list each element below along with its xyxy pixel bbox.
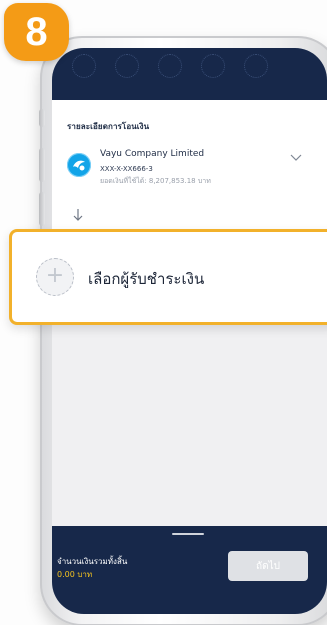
plus-icon: +: [45, 263, 65, 288]
bottom-summary-bar: จำนวนเงินรวมทั้งสิ้น 0.00 บาท ถัดไป: [52, 526, 327, 614]
account-number: XXX-X-XX666-3: [100, 165, 153, 173]
step-circle: [158, 54, 182, 78]
bank-logo-icon: [67, 153, 91, 177]
step-circle: [201, 54, 225, 78]
total-amount-value: 0.00 บาท: [57, 570, 93, 579]
step-circle: [244, 54, 268, 78]
choose-payee-label: เลือกผู้รับชำระเงิน: [88, 270, 205, 288]
phone-side-button: [39, 109, 45, 127]
account-name: Vayu Company Limited: [100, 149, 205, 159]
transfer-details-card: รายละเอียดการโอนเงิน Vayu Company Limite…: [52, 100, 327, 245]
step-circle: [72, 54, 96, 78]
step-number-badge: 8: [4, 3, 69, 61]
step-circle: [115, 54, 139, 78]
app-screen: รายละเอียดการโอนเงิน Vayu Company Limite…: [52, 48, 327, 614]
top-step-bar: [52, 48, 327, 100]
arrow-down-icon: [73, 209, 83, 221]
choose-payee-button[interactable]: + เลือกผู้รับชำระเงิน: [9, 229, 327, 325]
plus-icon: +: [36, 258, 74, 296]
phone-side-button: [39, 192, 45, 226]
drag-handle[interactable]: [172, 533, 204, 535]
available-balance: ยอดเงินที่ใช้ได้: 8,207,853.18 บาท: [100, 177, 211, 185]
phone-side-button: [39, 148, 45, 182]
tutorial-screen: รายละเอียดการโอนเงิน Vayu Company Limite…: [0, 0, 327, 625]
section-title: รายละเอียดการโอนเงิน: [67, 122, 150, 131]
bank-logo-icon: [68, 154, 90, 176]
next-button[interactable]: ถัดไป: [228, 551, 308, 581]
total-amount-label: จำนวนเงินรวมทั้งสิ้น: [57, 557, 128, 566]
chevron-down-icon[interactable]: [290, 154, 302, 162]
